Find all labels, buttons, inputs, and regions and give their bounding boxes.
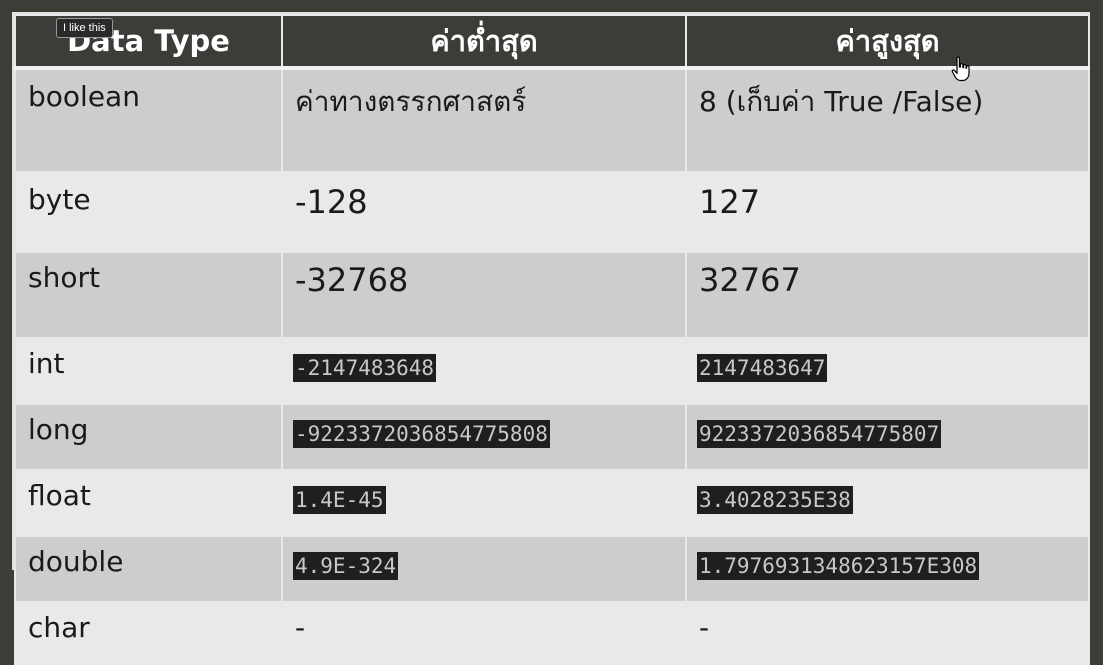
cell-type: short [14, 251, 283, 339]
table-row: boolean ค่าทางตรรกศาสตร์ 8 (เก็บค่า True… [14, 67, 1090, 173]
cell-min: - [281, 601, 687, 665]
table-row: char - - [14, 601, 1090, 665]
cell-max: 8 (เก็บค่า True /False) [685, 67, 1090, 173]
cell-max: 127 [685, 171, 1090, 253]
cell-max: 2147483647 [685, 337, 1090, 405]
tooltip-like-this: I like this [56, 18, 113, 38]
code-value: 1.7976931348623157E308 [697, 552, 980, 580]
cell-max: 3.4028235E38 [685, 469, 1090, 537]
code-value: 1.4E-45 [293, 486, 386, 514]
header-max-value: ค่าสูงสุด [685, 14, 1090, 70]
cell-max: - [685, 601, 1090, 665]
table-row: byte -128 127 [14, 171, 1090, 253]
hand-pointer-icon [951, 56, 970, 82]
cell-type: int [14, 337, 283, 405]
cell-type: char [14, 601, 283, 665]
code-value: -2147483648 [293, 354, 437, 382]
table-row: double 4.9E-324 1.7976931348623157E308 [14, 535, 1090, 603]
cell-min: -9223372036854775808 [281, 403, 687, 471]
code-value: -9223372036854775808 [293, 420, 550, 448]
cell-min: -128 [281, 171, 687, 253]
cell-max: 1.7976931348623157E308 [685, 535, 1090, 603]
cell-min: -2147483648 [281, 337, 687, 405]
cell-min: -32768 [281, 251, 687, 339]
cell-min: 1.4E-45 [281, 469, 687, 537]
table-row: int -2147483648 2147483647 [14, 337, 1090, 405]
cell-max: 32767 [685, 251, 1090, 339]
header-min-value: ค่าต่ำสุด [281, 14, 687, 70]
code-value: 3.4028235E38 [697, 486, 853, 514]
table-row: float 1.4E-45 3.4028235E38 [14, 469, 1090, 537]
code-value: 2147483647 [697, 354, 828, 382]
cell-min: 4.9E-324 [281, 535, 687, 603]
data-type-table: Data Type ค่าต่ำสุด ค่าสูงสุด boolean ค่… [14, 14, 1090, 665]
cell-type: float [14, 469, 283, 537]
data-type-table-frame: Data Type ค่าต่ำสุด ค่าสูงสุด boolean ค่… [12, 12, 1090, 665]
cell-type: byte [14, 171, 283, 253]
table-row: long -9223372036854775808 92233720368547… [14, 403, 1090, 471]
code-value: 9223372036854775807 [697, 420, 942, 448]
cell-type: boolean [14, 67, 283, 173]
code-value: 4.9E-324 [293, 552, 399, 580]
cell-min: ค่าทางตรรกศาสตร์ [281, 67, 687, 173]
cell-max: 9223372036854775807 [685, 403, 1090, 471]
table-header-row: Data Type ค่าต่ำสุด ค่าสูงสุด [14, 14, 1090, 70]
cell-type: long [14, 403, 283, 471]
cell-type: double [14, 535, 283, 603]
table-row: short -32768 32767 [14, 251, 1090, 339]
